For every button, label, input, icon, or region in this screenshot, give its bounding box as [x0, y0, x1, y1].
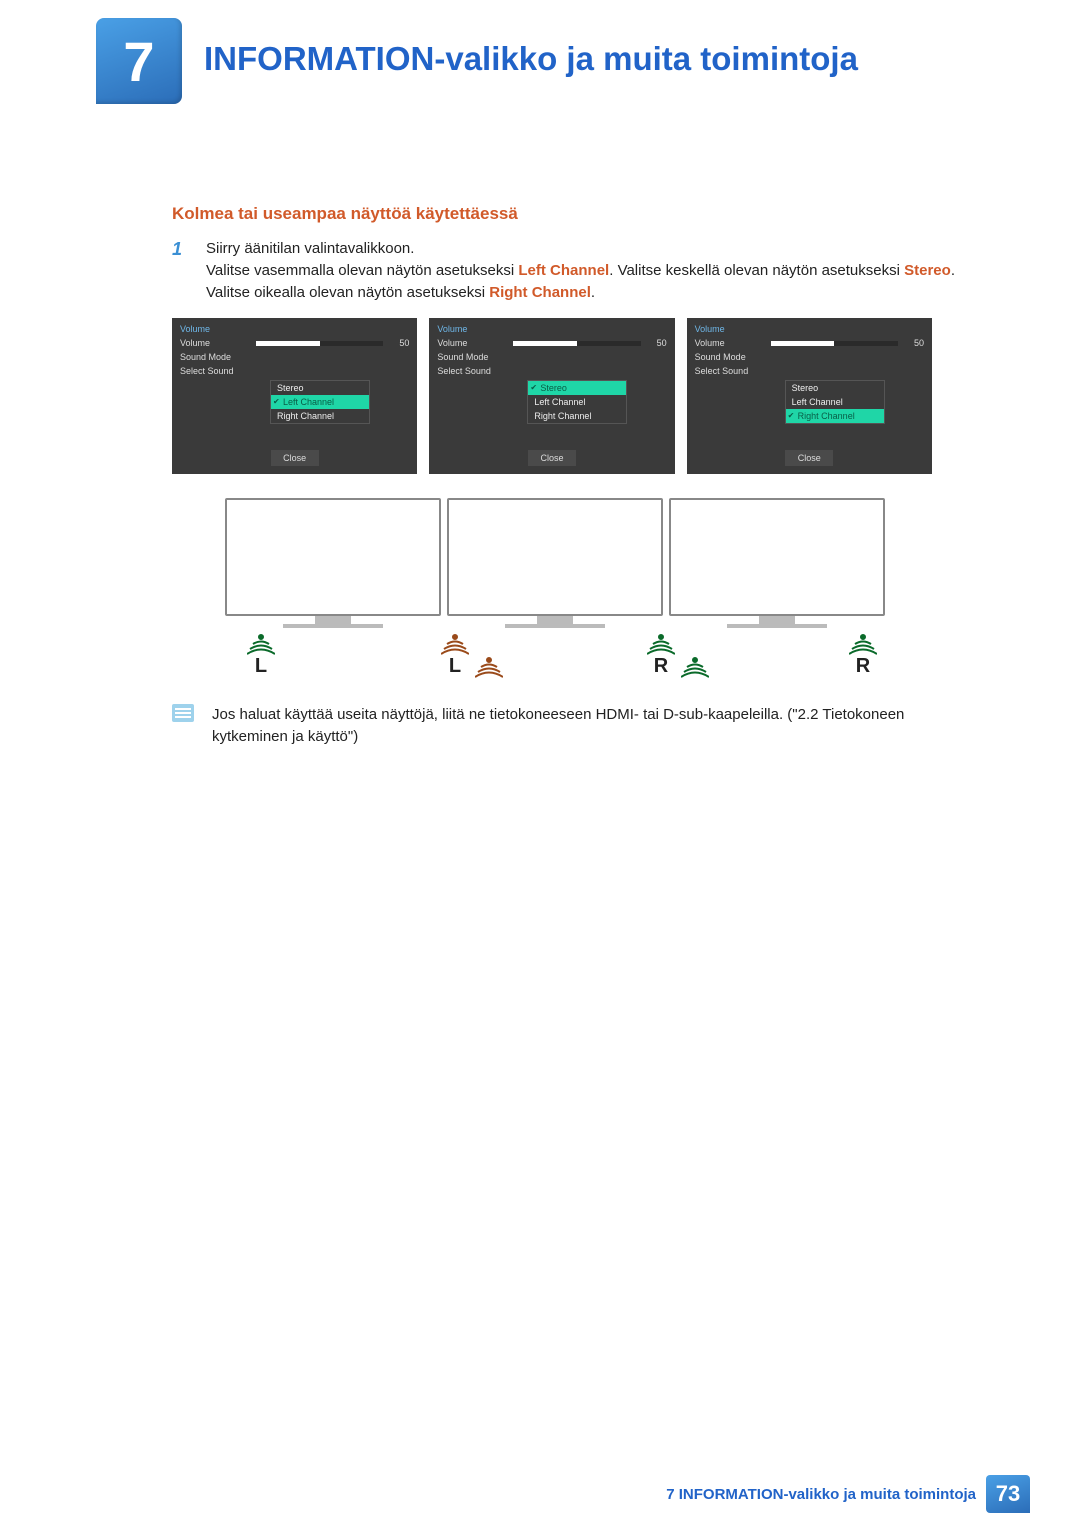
step-line2d: .	[591, 284, 595, 301]
osd-volume-label: Volume	[695, 338, 765, 348]
note-row: Jos haluat käyttää useita näyttöjä, liit…	[172, 704, 1080, 748]
volume-value: 50	[647, 338, 667, 348]
osd-volume-label: Volume	[437, 338, 507, 348]
osd-options: StereoLeft ChannelRight Channel	[527, 380, 627, 424]
speaker-1-label: L	[247, 655, 275, 678]
chapter-badge: 7	[96, 18, 182, 104]
speaker-4-label: R	[849, 655, 877, 678]
osd-panel-2: Volume Volume 50 Sound Mode Select Sound Ster…	[429, 318, 674, 474]
osd-soundmode-label: Sound Mode	[695, 352, 765, 362]
volume-slider[interactable]	[771, 341, 898, 346]
osd-volume-label: Volume	[180, 338, 250, 348]
kw-right-channel: Right Channel	[489, 284, 591, 301]
close-button[interactable]: Close	[271, 450, 319, 466]
osd-option-stereo[interactable]: Stereo	[528, 381, 626, 395]
speaker-3r	[681, 656, 709, 678]
step-text: Siirry äänitilan valintavalikkoon. Valit…	[206, 238, 976, 304]
osd-option-right[interactable]: Right Channel	[786, 409, 884, 423]
osd-panel-1: Volume Volume 50 Sound Mode Select Sound Ster…	[172, 318, 417, 474]
osd-soundmode-label: Sound Mode	[437, 352, 507, 362]
osd-soundmode-label: Sound Mode	[180, 352, 250, 362]
osd-option-stereo[interactable]: Stereo	[786, 381, 884, 395]
osd-selectsound-label: Select Sound	[695, 366, 765, 376]
note-icon	[172, 704, 194, 722]
volume-slider[interactable]	[256, 341, 383, 346]
monitor-1	[225, 498, 441, 628]
volume-value: 50	[389, 338, 409, 348]
osd-option-left[interactable]: Left Channel	[528, 395, 626, 409]
osd-option-right[interactable]: Right Channel	[528, 409, 626, 423]
osd-options: StereoLeft ChannelRight Channel	[270, 380, 370, 424]
footer-title: 7 INFORMATION-valikko ja muita toimintoj…	[666, 1486, 976, 1503]
kw-left-channel: Left Channel	[518, 262, 609, 279]
speaker-4: R	[849, 633, 877, 678]
osd-option-right[interactable]: Right Channel	[271, 409, 369, 423]
osd-title: Volume	[695, 324, 924, 334]
monitor-2	[447, 498, 663, 628]
section-title: Kolmea tai useampaa näyttöä käytettäessä	[172, 204, 1080, 224]
speaker-2-label: L	[441, 655, 469, 678]
speaker-2r	[475, 656, 503, 678]
step-line2b: . Valitse keskellä olevan näytön asetuks…	[609, 262, 904, 279]
speaker-1: L	[247, 633, 275, 678]
volume-slider[interactable]	[513, 341, 640, 346]
osd-selectsound-label: Select Sound	[437, 366, 507, 376]
osd-option-left[interactable]: Left Channel	[786, 395, 884, 409]
osd-panels: Volume Volume 50 Sound Mode Select Sound Ster…	[172, 318, 932, 474]
page-title: INFORMATION-valikko ja muita toimintoja	[204, 18, 858, 78]
step-line1: Siirry äänitilan valintavalikkoon.	[206, 240, 414, 257]
osd-panel-3: Volume Volume 50 Sound Mode Select Sound Ster…	[687, 318, 932, 474]
close-button[interactable]: Close	[785, 450, 833, 466]
osd-option-stereo[interactable]: Stereo	[271, 381, 369, 395]
volume-value: 50	[904, 338, 924, 348]
monitor-3	[669, 498, 885, 628]
osd-options: StereoLeft ChannelRight Channel	[785, 380, 885, 424]
step-1: 1 Siirry äänitilan valintavalikkoon. Val…	[172, 238, 1080, 304]
speaker-3-label: R	[647, 655, 675, 678]
monitor-diagram: L L R R	[225, 498, 885, 678]
footer-page: 73	[986, 1475, 1030, 1513]
note-text: Jos haluat käyttää useita näyttöjä, liit…	[212, 704, 972, 748]
osd-selectsound-label: Select Sound	[180, 366, 250, 376]
footer: 7 INFORMATION-valikko ja muita toimintoj…	[666, 1475, 1030, 1513]
kw-stereo: Stereo	[904, 262, 951, 279]
close-button[interactable]: Close	[528, 450, 576, 466]
osd-title: Volume	[437, 324, 666, 334]
step-line2a: Valitse vasemmalla olevan näytön asetuks…	[206, 262, 518, 279]
osd-title: Volume	[180, 324, 409, 334]
speaker-2l: L	[441, 633, 469, 678]
speaker-3l: R	[647, 633, 675, 678]
step-number: 1	[172, 238, 186, 304]
osd-option-left[interactable]: Left Channel	[271, 395, 369, 409]
